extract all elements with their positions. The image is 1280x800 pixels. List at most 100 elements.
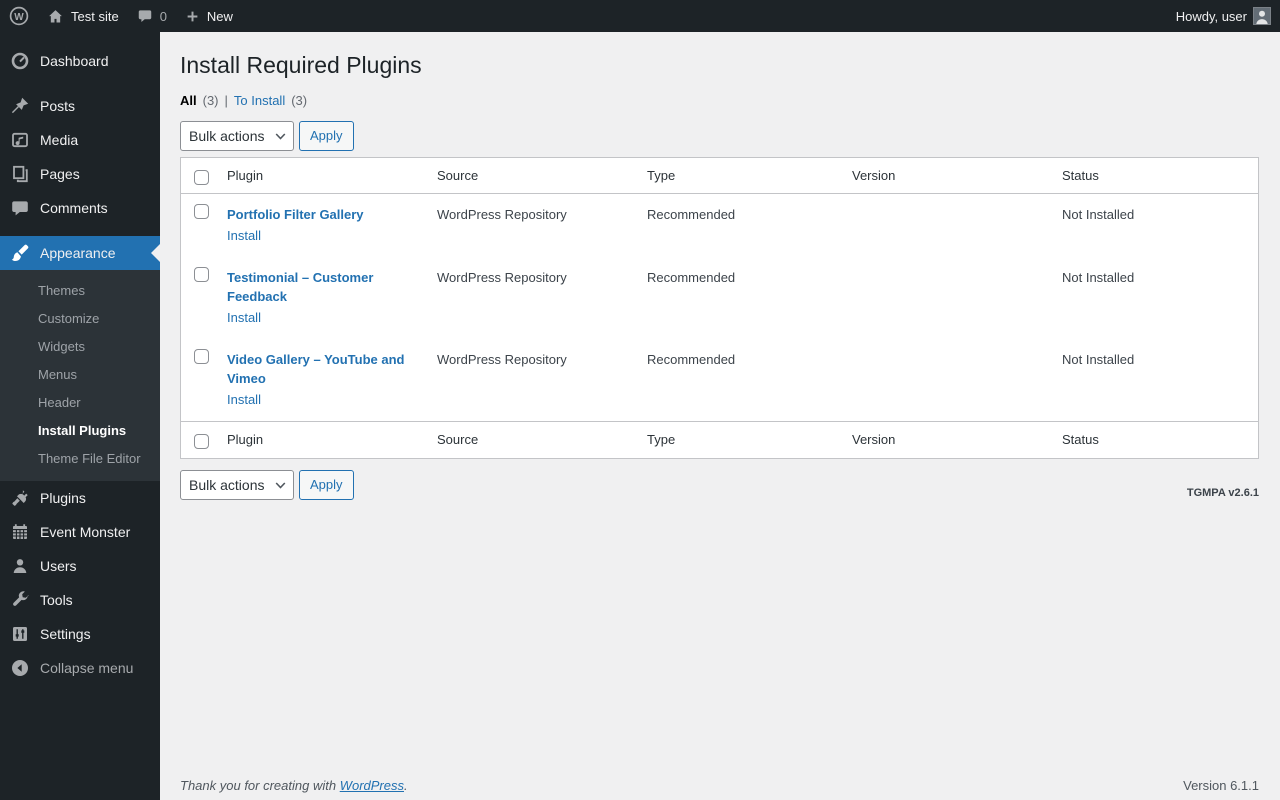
- bulk-actions-select-top[interactable]: Bulk actions: [180, 120, 294, 151]
- plugin-name-link[interactable]: Testimonial – Customer Feedback: [227, 270, 373, 304]
- footer-version: Version 6.1.1: [1183, 778, 1259, 793]
- current-menu-arrow: [151, 244, 160, 262]
- comments-menu[interactable]: 0: [128, 0, 176, 32]
- sidebar-item-tools[interactable]: Tools: [0, 583, 160, 617]
- submenu-item-install-plugins[interactable]: Install Plugins: [0, 417, 160, 445]
- comments-icon: [10, 198, 30, 218]
- sidebar-item-plugins[interactable]: Plugins: [0, 481, 160, 515]
- wrench-icon: [10, 590, 30, 610]
- page-title: Install Required Plugins: [180, 52, 422, 78]
- user-icon: [10, 556, 30, 576]
- install-link[interactable]: Install: [227, 390, 261, 409]
- plugin-type: Recommended: [647, 270, 736, 286]
- paintbrush-icon: [10, 243, 30, 263]
- new-label: New: [206, 8, 233, 24]
- submenu-item-customize[interactable]: Customize: [0, 305, 160, 333]
- filter-all-link[interactable]: All: [180, 93, 197, 108]
- plugin-version: [842, 257, 1052, 339]
- sidebar-item-appearance[interactable]: Appearance: [0, 236, 160, 270]
- table-header-row: Plugin Source Type Version Status: [181, 158, 1258, 195]
- sidebar-item-posts[interactable]: Posts: [0, 89, 160, 123]
- submenu-item-theme-file-editor[interactable]: Theme File Editor: [0, 445, 160, 473]
- wordpress-logo-icon: W: [9, 6, 29, 26]
- admin-bar: W Test site 0 New Howdy, user: [0, 0, 1280, 32]
- sidebar-item-label: Appearance: [40, 245, 116, 261]
- bulk-actions-select-bottom[interactable]: Bulk actions: [180, 469, 294, 500]
- install-link[interactable]: Install: [227, 226, 261, 245]
- page-footer: Thank you for creating with WordPress. V…: [180, 778, 1259, 793]
- settings-sliders-icon: [10, 624, 30, 644]
- table-row: Video Gallery – YouTube and Vimeo Instal…: [181, 339, 1258, 421]
- sidebar-item-users[interactable]: Users: [0, 549, 160, 583]
- select-plugin-checkbox[interactable]: [194, 267, 209, 283]
- site-name-menu[interactable]: Test site: [38, 0, 128, 32]
- column-footer-type: Type: [637, 421, 842, 458]
- new-content-menu[interactable]: New: [176, 0, 242, 32]
- submenu-item-widgets[interactable]: Widgets: [0, 333, 160, 361]
- sidebar-item-label: Plugins: [40, 490, 86, 506]
- admin-bar-right: Howdy, user: [1167, 0, 1280, 32]
- sidebar-item-media[interactable]: Media: [0, 123, 160, 157]
- column-footer-source: Source: [427, 421, 637, 458]
- submenu-item-themes[interactable]: Themes: [0, 277, 160, 305]
- filter-links: All (3) | To Install (3): [180, 93, 1259, 108]
- sidebar-item-event-monster[interactable]: Event Monster: [0, 515, 160, 549]
- plugin-name-link[interactable]: Portfolio Filter Gallery: [227, 207, 364, 222]
- select-all-checkbox-bottom[interactable]: [194, 434, 209, 450]
- dashboard-icon: [10, 51, 30, 71]
- filter-all-count: (3): [202, 92, 219, 108]
- sidebar-item-comments[interactable]: Comments: [0, 191, 160, 225]
- apply-button-top[interactable]: Apply: [299, 120, 354, 151]
- tablenav-top: Bulk actions Apply: [180, 120, 1259, 151]
- select-plugin-checkbox[interactable]: [194, 349, 209, 365]
- sidebar-item-settings[interactable]: Settings: [0, 617, 160, 651]
- plugin-source: WordPress Repository: [437, 270, 567, 286]
- sidebar-item-label: Users: [40, 558, 77, 574]
- apply-button-bottom[interactable]: Apply: [299, 469, 354, 500]
- select-all-checkbox[interactable]: [194, 169, 209, 185]
- calendar-icon: [10, 522, 30, 542]
- column-header-version: Version: [842, 158, 1052, 195]
- sidebar-item-label: Dashboard: [40, 53, 109, 69]
- collapse-menu-button[interactable]: Collapse menu: [0, 651, 160, 685]
- pages-icon: [10, 164, 30, 184]
- plugin-type: Recommended: [647, 352, 736, 368]
- home-icon: [47, 8, 64, 25]
- sidebar-item-dashboard[interactable]: Dashboard: [0, 44, 160, 78]
- admin-sidebar: Dashboard Posts Media Pages Comments App…: [0, 32, 160, 800]
- menu-separator: [0, 78, 160, 89]
- sidebar-item-label: Media: [40, 132, 79, 148]
- submenu-item-menus[interactable]: Menus: [0, 361, 160, 389]
- wp-logo-menu[interactable]: W: [0, 0, 38, 32]
- plugin-version: [842, 194, 1052, 257]
- select-plugin-checkbox[interactable]: [194, 204, 209, 220]
- filter-to-install-count: (3): [291, 92, 308, 108]
- wordpress-admin-screen: W Test site 0 New Howdy, user Dashboard …: [0, 0, 1280, 800]
- footer-thanks: Thank you for creating with WordPress.: [180, 778, 408, 793]
- filter-to-install-link[interactable]: To Install: [234, 93, 285, 108]
- install-link[interactable]: Install: [227, 308, 261, 327]
- collapse-arrow-icon: [10, 658, 30, 678]
- sidebar-item-pages[interactable]: Pages: [0, 157, 160, 191]
- plugin-status: Not Installed: [1062, 207, 1135, 223]
- tgmpa-version-label: TGMPA v2.6.1: [1186, 486, 1259, 499]
- column-header-type: Type: [637, 158, 842, 195]
- plugin-name-link[interactable]: Video Gallery – YouTube and Vimeo: [227, 352, 404, 386]
- plugin-source: WordPress Repository: [437, 207, 567, 223]
- submenu-item-header[interactable]: Header: [0, 389, 160, 417]
- sidebar-item-label: Settings: [40, 626, 91, 642]
- my-account-menu[interactable]: Howdy, user: [1167, 0, 1280, 32]
- comment-bubble-icon: [137, 8, 153, 24]
- site-name-label: Test site: [71, 8, 119, 24]
- sidebar-item-label: Event Monster: [40, 524, 131, 540]
- plugins-table: Plugin Source Type Version Status Portfo…: [180, 156, 1259, 459]
- plug-icon: [10, 488, 30, 508]
- pin-icon: [10, 96, 30, 116]
- plugin-status: Not Installed: [1062, 352, 1135, 368]
- user-avatar: [1253, 7, 1271, 25]
- tablenav-bottom: Bulk actions Apply TGMPA v2.6.1: [180, 469, 1259, 500]
- wordpress-footer-link[interactable]: WordPress: [340, 778, 404, 793]
- column-header-status: Status: [1052, 158, 1258, 195]
- column-header-source: Source: [427, 158, 637, 195]
- sidebar-item-label: Posts: [40, 98, 76, 114]
